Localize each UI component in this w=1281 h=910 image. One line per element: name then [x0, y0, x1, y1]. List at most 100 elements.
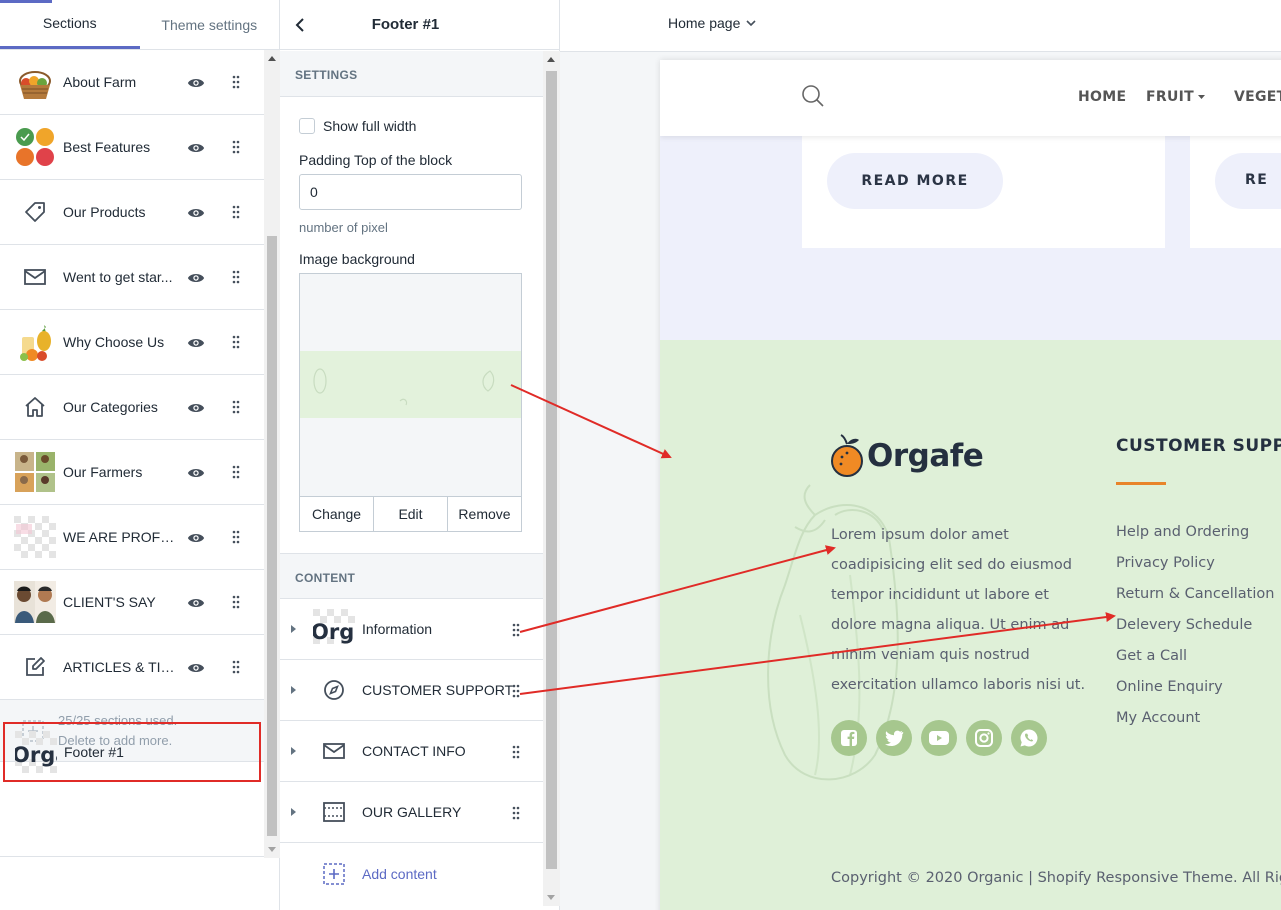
drag-handle-icon[interactable]	[232, 140, 240, 154]
eye-icon[interactable]	[187, 594, 205, 612]
tab-indicator-top	[0, 0, 52, 3]
padding-top-input[interactable]: 0	[299, 174, 522, 210]
footer-link[interactable]: My Account	[1116, 703, 1274, 734]
eye-icon[interactable]	[187, 74, 205, 92]
eye-icon[interactable]	[187, 139, 205, 157]
eye-icon[interactable]	[187, 334, 205, 352]
section-label: About Farm	[63, 74, 137, 90]
drag-handle-icon[interactable]	[232, 660, 240, 674]
section-item-about-farm[interactable]: About Farm	[0, 50, 264, 115]
section-item-why-choose-us[interactable]: Why Choose Us	[0, 310, 264, 375]
footer-link[interactable]: Get a Call	[1116, 641, 1274, 672]
expand-caret-icon[interactable]	[291, 625, 296, 633]
tab-sections[interactable]: Sections	[0, 0, 140, 49]
feature-card: RE	[1190, 136, 1281, 248]
section-item-we-are-professional[interactable]: WE ARE PROFES...	[0, 505, 264, 570]
footer-link[interactable]: Privacy Policy	[1116, 548, 1274, 579]
eye-icon[interactable]	[187, 399, 205, 417]
image-background-label: Image background	[299, 251, 415, 267]
drag-handle-icon[interactable]	[232, 75, 240, 89]
drag-handle-icon[interactable]	[512, 623, 520, 637]
footer-link[interactable]: Help and Ordering	[1116, 517, 1274, 548]
back-chevron-icon[interactable]	[292, 15, 308, 35]
show-full-width-row[interactable]: Show full width	[299, 118, 524, 134]
scrollbar-thumb[interactable]	[267, 236, 277, 836]
expand-caret-icon[interactable]	[291, 808, 296, 816]
drag-handle-icon[interactable]	[232, 205, 240, 219]
about-line: tempor incididunt ut labore et	[831, 587, 1049, 603]
section-item-clients-say[interactable]: CLIENT'S SAY	[0, 570, 264, 635]
section-item-went-to-get-started[interactable]: Went to get star...	[0, 245, 264, 310]
drag-handle-icon[interactable]	[512, 684, 520, 698]
settings-form: Show full width Padding Top of the block…	[280, 118, 543, 532]
drag-handle-icon[interactable]	[232, 335, 240, 349]
orange-fruit-icon	[831, 434, 863, 477]
whatsapp-icon[interactable]	[1011, 720, 1047, 756]
tab-theme-settings[interactable]: Theme settings	[140, 0, 280, 49]
remove-image-button[interactable]: Remove	[448, 497, 521, 531]
customer-support-links: Help and Ordering Privacy Policy Return …	[1116, 517, 1274, 734]
scroll-down-arrow-icon[interactable]	[547, 895, 555, 900]
section-item-our-farmers[interactable]: Our Farmers	[0, 440, 264, 505]
read-more-button[interactable]: RE	[1215, 153, 1281, 209]
scroll-down-arrow-icon[interactable]	[268, 847, 276, 852]
block-contact-info[interactable]: CONTACT INFO	[280, 721, 543, 782]
sections-scrollbar[interactable]	[264, 50, 280, 858]
drag-handle-icon[interactable]	[232, 595, 240, 609]
panel-tabs: Sections Theme settings	[0, 0, 279, 50]
scroll-up-arrow-icon[interactable]	[547, 57, 555, 62]
footer-logo[interactable]: Orgafe	[831, 434, 984, 478]
section-item-our-categories[interactable]: Our Categories	[0, 375, 264, 440]
page-selector[interactable]: Home page	[668, 15, 756, 31]
footer-link[interactable]: Online Enquiry	[1116, 672, 1274, 703]
edit-icon	[14, 646, 56, 688]
show-full-width-label: Show full width	[323, 118, 417, 134]
youtube-icon[interactable]	[921, 720, 957, 756]
nav-vegetables[interactable]: VEGET	[1234, 89, 1281, 105]
eye-icon[interactable]	[187, 529, 205, 547]
drag-handle-icon[interactable]	[232, 530, 240, 544]
nav-fruit[interactable]: FRUIT	[1146, 89, 1194, 105]
scrollbar-thumb[interactable]	[546, 71, 557, 869]
drag-handle-icon[interactable]	[232, 400, 240, 414]
compass-icon	[313, 670, 355, 710]
add-content-icon[interactable]	[323, 863, 345, 885]
drag-handle-icon[interactable]	[512, 745, 520, 759]
footer-link[interactable]: Delevery Schedule	[1116, 610, 1274, 641]
block-customer-support[interactable]: CUSTOMER SUPPORT	[280, 660, 543, 721]
facebook-icon[interactable]	[831, 720, 867, 756]
twitter-icon[interactable]	[876, 720, 912, 756]
section-label-footer: Footer #1	[64, 744, 124, 760]
settings-scrollbar[interactable]	[543, 51, 560, 906]
instagram-icon[interactable]	[966, 720, 1002, 756]
add-content-button[interactable]: Add content	[280, 843, 543, 904]
scroll-up-arrow-icon[interactable]	[268, 56, 276, 61]
eye-icon[interactable]	[187, 204, 205, 222]
section-item-footer-selected[interactable]: Orga Footer #1	[3, 722, 261, 782]
read-more-button[interactable]: READ MORE	[827, 153, 1003, 209]
features-band: READ MORE RE	[660, 136, 1281, 340]
eye-icon[interactable]	[187, 464, 205, 482]
footer-link[interactable]: Return & Cancellation	[1116, 579, 1274, 610]
site-footer: Orgafe Lorem ipsum dolor amet coadipisic…	[660, 340, 1281, 910]
eye-icon[interactable]	[187, 659, 205, 677]
change-image-button[interactable]: Change	[300, 497, 374, 531]
orga-thumb: Orga	[313, 609, 355, 649]
about-line: minim veniam quis nostrud	[831, 647, 1030, 663]
section-item-best-features[interactable]: Best Features	[0, 115, 264, 180]
eye-icon[interactable]	[187, 269, 205, 287]
drag-handle-icon[interactable]	[232, 465, 240, 479]
drag-handle-icon[interactable]	[512, 806, 520, 820]
section-item-our-products[interactable]: Our Products	[0, 180, 264, 245]
block-our-gallery[interactable]: OUR GALLERY	[280, 782, 543, 843]
drag-handle-icon[interactable]	[232, 270, 240, 284]
section-settings-panel: Footer #1 SETTINGS Show full width Paddi…	[280, 0, 560, 910]
show-full-width-checkbox[interactable]	[299, 118, 315, 134]
block-information[interactable]: Orga Information	[280, 599, 543, 660]
section-item-articles-tips[interactable]: ARTICLES & TIPS	[0, 635, 264, 700]
search-icon[interactable]	[801, 84, 825, 108]
edit-image-button[interactable]: Edit	[374, 497, 448, 531]
expand-caret-icon[interactable]	[291, 686, 296, 694]
nav-home[interactable]: HOME	[1078, 89, 1126, 105]
expand-caret-icon[interactable]	[291, 747, 296, 755]
